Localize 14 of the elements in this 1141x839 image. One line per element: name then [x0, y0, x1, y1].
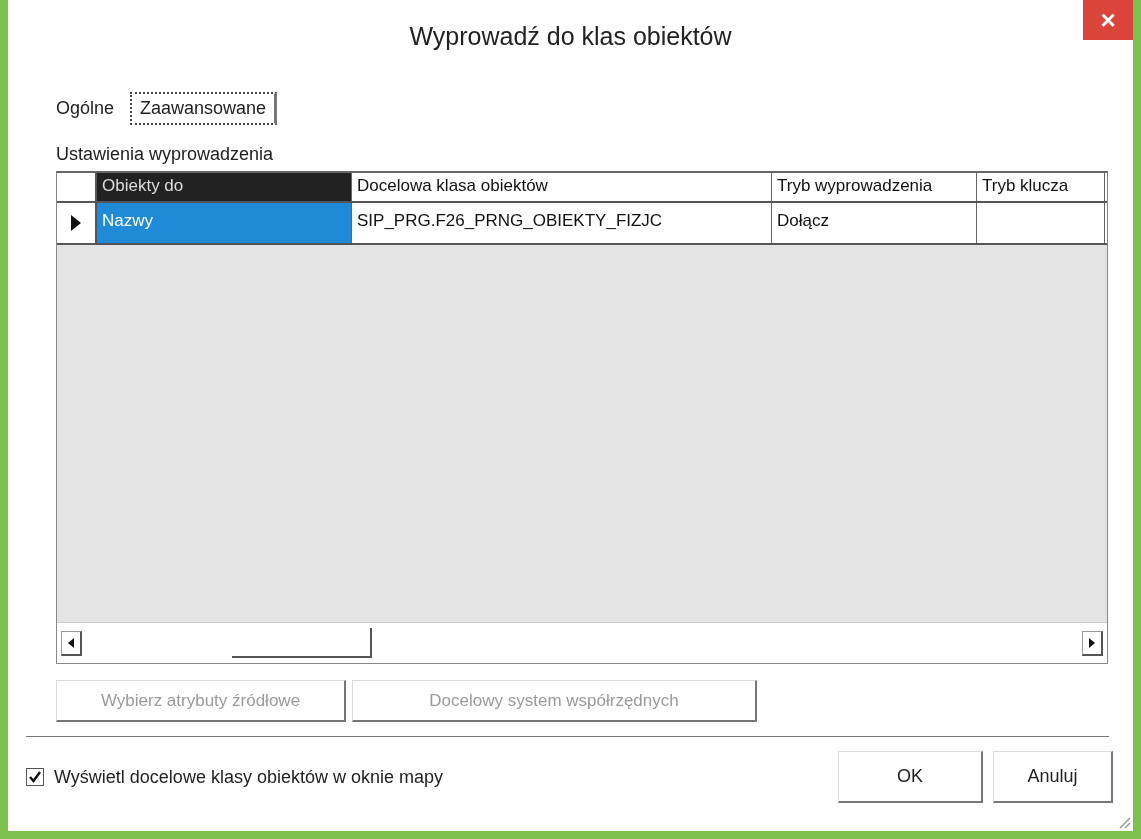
window-title: Wyprowadź do klas obiektów — [409, 22, 732, 51]
dialog-button[interactable]: OK — [838, 751, 983, 803]
group-label: Ustawienia wyprowadzenia — [56, 144, 275, 165]
checkbox[interactable] — [26, 768, 44, 786]
dialog-button[interactable]: Anuluj — [993, 751, 1113, 803]
close-button[interactable]: × — [1083, 0, 1133, 40]
scroll-right-icon[interactable] — [1082, 630, 1103, 656]
checkbox-label: Wyświetl docelowe klasy obiektów w oknie mapy — [54, 766, 443, 788]
resize-grip-icon[interactable] — [1117, 815, 1131, 829]
tab[interactable]: Zaawansowane — [130, 91, 278, 125]
column-header[interactable]: Obiekty do — [97, 173, 352, 201]
scroll-left-icon[interactable] — [61, 630, 82, 656]
table-cell: Nazwy — [97, 203, 352, 243]
scrollbar-thumb[interactable] — [232, 628, 372, 658]
